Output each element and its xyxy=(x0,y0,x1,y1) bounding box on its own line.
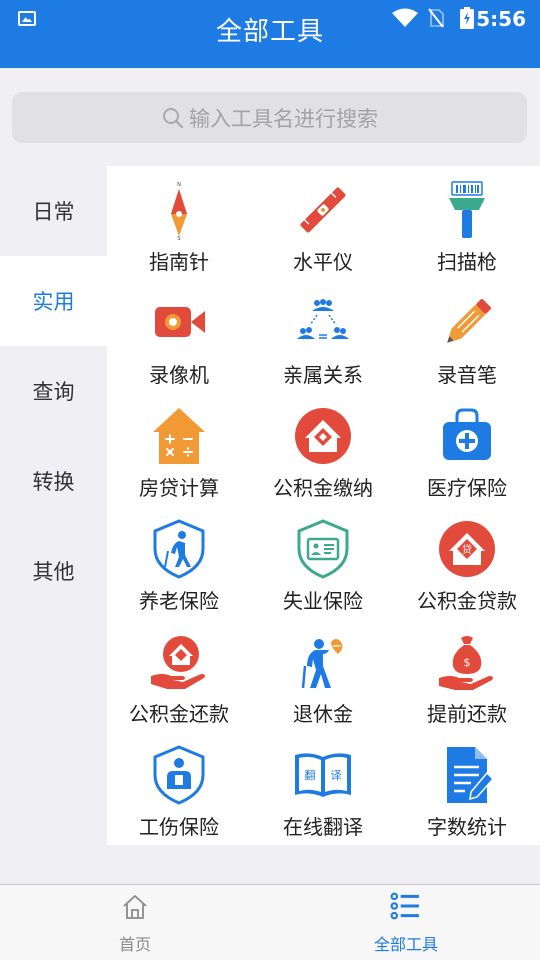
tool-label: 在线翻译 xyxy=(283,815,363,839)
tool-label: 录音笔 xyxy=(437,363,497,387)
fund-loan-icon: 贷 xyxy=(439,521,495,577)
tool-pension-insurance[interactable]: 养老保险 xyxy=(107,505,251,618)
retirement-icon xyxy=(301,639,343,689)
tool-scanner[interactable]: 扫描枪 xyxy=(395,166,539,279)
tool-label: 房贷计算 xyxy=(139,476,219,500)
category-sidebar: 日常 实用 查询 转换 其他 xyxy=(0,166,107,616)
tool-video-camera[interactable]: 录像机 xyxy=(107,279,251,392)
tool-medical-insurance[interactable]: 医疗保险 xyxy=(395,392,539,505)
bottom-nav: 首页 全部工具 xyxy=(0,884,540,960)
tool-unemployment-insurance[interactable]: 失业保险 xyxy=(251,505,395,618)
sidebar-item-daily[interactable]: 日常 xyxy=(0,166,107,256)
tool-label: 公积金贷款 xyxy=(417,589,517,613)
app-header: 5:56 全部工具 xyxy=(0,0,540,68)
search-icon xyxy=(163,107,184,128)
tool-label: 字数统计 xyxy=(427,815,507,839)
sidebar-item-practical[interactable]: 实用 xyxy=(0,256,107,346)
sidebar-item-other[interactable]: 其他 xyxy=(0,526,107,616)
tool-relatives[interactable]: 亲属关系 xyxy=(251,279,395,392)
pension-shield-icon xyxy=(153,519,205,579)
tool-label: 指南针 xyxy=(149,250,209,274)
nav-home-label: 首页 xyxy=(118,935,151,954)
relatives-icon xyxy=(297,299,349,339)
tool-level[interactable]: 水平仪 xyxy=(251,166,395,279)
house-calculator-icon xyxy=(153,408,205,464)
tool-retirement-pension[interactable]: 退休金 xyxy=(251,618,395,731)
tool-label: 退休金 xyxy=(293,702,353,726)
nav-all-tools-label: 全部工具 xyxy=(373,935,438,954)
search-area: 输入工具名进行搜索 xyxy=(0,68,540,166)
tools-grid: N S 指南针 水平仪 扫描枪 录像机 亲属关系 录音笔 房贷计算 公积金缴纳 … xyxy=(107,166,540,845)
tool-early-repayment[interactable]: $ 提前还款 xyxy=(395,618,539,731)
level-icon xyxy=(300,187,346,233)
translate-book-icon: 翻 译 xyxy=(295,753,351,797)
tool-label: 公积金缴纳 xyxy=(273,476,373,500)
svg-text:N: N xyxy=(177,182,181,188)
tool-label: 失业保险 xyxy=(283,589,363,613)
nav-home[interactable]: 首页 xyxy=(35,885,235,960)
tool-word-count[interactable]: 字数统计 xyxy=(395,731,539,844)
home-icon xyxy=(123,895,147,919)
document-count-icon xyxy=(447,747,495,803)
unemployment-shield-icon xyxy=(297,519,349,579)
tool-fund-repayment[interactable]: 公积金还款 xyxy=(107,618,251,731)
list-icon xyxy=(390,892,419,920)
svg-text:$: $ xyxy=(464,656,471,669)
tool-label: 养老保险 xyxy=(139,589,219,613)
search-placeholder: 输入工具名进行搜索 xyxy=(189,106,378,131)
tool-injury-insurance[interactable]: 工伤保险 xyxy=(107,731,251,844)
tool-fund-payment[interactable]: 公积金缴纳 xyxy=(251,392,395,505)
recorder-pen-icon xyxy=(447,299,491,343)
tool-label: 医疗保险 xyxy=(427,476,507,500)
svg-text:译: 译 xyxy=(331,769,342,782)
nav-all-tools[interactable]: 全部工具 xyxy=(306,885,506,960)
tool-compass[interactable]: N S 指南针 xyxy=(107,166,251,279)
medical-bag-icon xyxy=(443,408,491,460)
tool-label: 水平仪 xyxy=(293,250,353,274)
sidebar-item-convert[interactable]: 转换 xyxy=(0,436,107,526)
money-bag-icon: $ xyxy=(439,636,493,690)
tool-online-translate[interactable]: 翻 译 在线翻译 xyxy=(251,731,395,844)
tool-fund-loan[interactable]: 贷 公积金贷款 xyxy=(395,505,539,618)
tool-label: 提前还款 xyxy=(427,702,507,726)
tool-label: 录像机 xyxy=(149,363,209,387)
compass-icon: N S xyxy=(171,182,187,240)
tool-recorder-pen[interactable]: 录音笔 xyxy=(395,279,539,392)
svg-text:贷: 贷 xyxy=(462,543,472,556)
svg-text:翻: 翻 xyxy=(305,768,316,782)
scanner-icon xyxy=(449,181,485,238)
tool-label: 亲属关系 xyxy=(283,363,363,387)
search-input[interactable]: 输入工具名进行搜索 xyxy=(12,92,527,143)
tool-label: 扫描枪 xyxy=(437,250,497,274)
injury-shield-icon xyxy=(153,745,205,805)
video-camera-icon xyxy=(155,307,205,337)
sidebar-item-query[interactable]: 查询 xyxy=(0,346,107,436)
tool-label: 公积金还款 xyxy=(129,702,229,726)
svg-text:S: S xyxy=(177,236,180,240)
tool-label: 工伤保险 xyxy=(139,815,219,839)
tool-mortgage-calculator[interactable]: 房贷计算 xyxy=(107,392,251,505)
page-title: 全部工具 xyxy=(215,17,324,47)
fund-payment-icon xyxy=(295,408,351,464)
fund-repay-icon xyxy=(151,636,205,689)
